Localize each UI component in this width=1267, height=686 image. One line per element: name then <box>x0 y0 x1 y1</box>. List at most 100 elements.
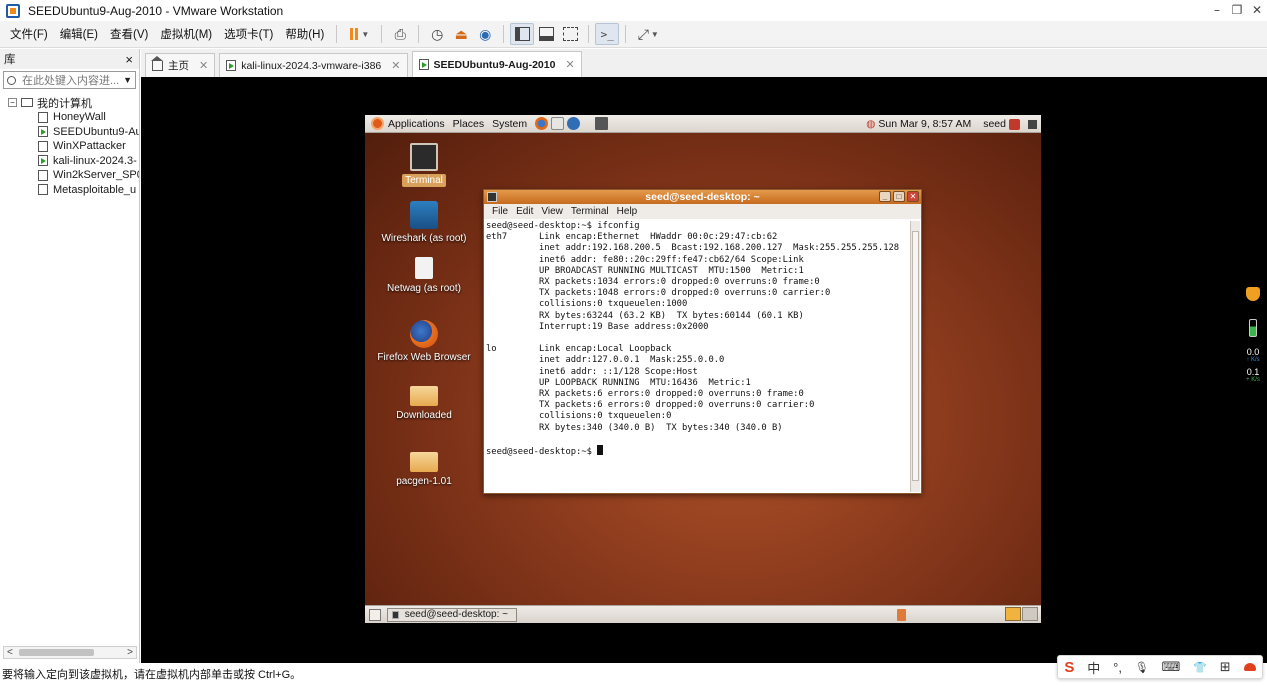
desktop-icon-terminal[interactable]: Terminal <box>374 143 474 187</box>
library-vm-item[interactable]: Metasploitable_u <box>0 183 139 198</box>
skin-icon[interactable]: 👕 <box>1193 661 1207 674</box>
restore-button[interactable]: ❐ <box>1226 2 1248 18</box>
terminal-launcher-icon[interactable] <box>595 117 609 130</box>
tab-close-icon[interactable]: ✕ <box>199 59 208 72</box>
taskbar-window-button[interactable]: seed@seed-desktop: ~ <box>387 607 517 622</box>
pause-button[interactable]: ▼ <box>343 23 375 45</box>
terminal-titlebar[interactable]: seed@seed-desktop: ~ _ □ ✕ <box>484 190 921 204</box>
terminal-maximize-button[interactable]: □ <box>893 191 905 202</box>
sogou-logo-icon[interactable]: S <box>1064 659 1074 676</box>
mail-launcher-icon[interactable] <box>551 117 565 130</box>
menu-help[interactable]: 帮助(H) <box>279 26 330 42</box>
snapshot-manager-icon[interactable]: ◉ <box>473 23 497 45</box>
full-screen-icon[interactable] <box>558 23 582 45</box>
panel-applet-icon[interactable] <box>1028 119 1037 129</box>
scroll-right-icon[interactable]: > <box>127 647 133 658</box>
library-vm-item[interactable]: SEEDUbuntu9-Au <box>0 125 139 140</box>
send-ctrl-alt-del-icon[interactable]: ⎙ <box>388 23 412 45</box>
tab-kali[interactable]: kali-linux-2024.3-vmware-i386 ✕ <box>219 53 408 77</box>
workspace-switcher-active[interactable] <box>1005 607 1021 621</box>
menu-edit[interactable]: 编辑(E) <box>54 26 104 42</box>
terminal-menu-view[interactable]: View <box>541 206 563 217</box>
stretch-view-icon[interactable]: ⤢ ▼ <box>632 23 664 45</box>
tab-home[interactable]: 主页 ✕ <box>145 53 216 77</box>
guest-desktop[interactable]: Applications Places System ◍ Sun Mar 9, … <box>365 115 1041 623</box>
desktop-icon-pacgen[interactable]: pacgen-1.01 <box>374 444 474 488</box>
clock[interactable]: Sun Mar 9, 8:57 AM <box>878 118 971 130</box>
network-speed-widget[interactable]: 0.0 ↑ K/s 0.1 + K/s <box>1243 282 1263 402</box>
terminal-menu-edit[interactable]: Edit <box>516 206 533 217</box>
close-button[interactable]: ✕ <box>1246 2 1267 18</box>
console-view-icon[interactable]: >_ <box>595 23 620 45</box>
terminal-output[interactable]: seed@seed-desktop:~$ ifconfig eth7 Link e… <box>486 221 909 491</box>
terminal-window-icon[interactable] <box>487 192 497 202</box>
terminal-window[interactable]: seed@seed-desktop: ~ _ □ ✕ File Edit Vie… <box>483 189 922 494</box>
terminal-close-button[interactable]: ✕ <box>907 191 919 202</box>
terminal-menu-file[interactable]: File <box>492 206 508 217</box>
toolbar-divider <box>336 25 338 43</box>
chevron-down-icon[interactable]: ▼ <box>123 75 132 85</box>
menu-vm[interactable]: 虚拟机(M) <box>154 26 218 42</box>
terminal-menu-terminal[interactable]: Terminal <box>571 206 609 217</box>
trash-icon[interactable] <box>897 609 906 621</box>
menu-tabs[interactable]: 选项卡(T) <box>218 26 279 42</box>
ime-mode-toggle[interactable]: 中 <box>1087 658 1100 677</box>
terminal-line: inet6 addr: ::1/128 Scope:Host <box>486 366 698 377</box>
library-close-icon[interactable]: × <box>125 52 133 67</box>
punctuation-toggle[interactable]: °, <box>1113 660 1122 675</box>
terminal-scrollbar[interactable] <box>910 221 920 492</box>
desktop-icon-downloaded[interactable]: Downloaded <box>374 378 474 422</box>
terminal-mini-icon <box>392 610 399 619</box>
toolbar-divider <box>381 25 383 43</box>
collapse-icon[interactable]: − <box>8 98 17 107</box>
show-desktop-icon[interactable] <box>369 608 381 621</box>
show-library-icon[interactable] <box>510 23 535 45</box>
tree-root-my-computer[interactable]: − 我的计算机 <box>0 95 139 110</box>
window-title: SEEDUbuntu9-Aug-2010 - VMware Workstatio… <box>28 3 284 18</box>
library-title: 库 <box>4 54 16 66</box>
desktop-icon-netwag[interactable]: Netwag (as root) <box>374 257 474 295</box>
ubuntu-logo-icon[interactable] <box>371 117 384 130</box>
ime-toolbar[interactable]: S 中 °, 🎙 ⌨ 👕 ⊞ <box>1057 655 1263 679</box>
revert-snapshot-icon[interactable]: ⏏ <box>449 23 473 45</box>
keyboard-icon[interactable]: ⌨ <box>1162 659 1181 675</box>
minimize-button[interactable]: – <box>1206 2 1228 18</box>
scroll-left-icon[interactable]: < <box>7 647 13 658</box>
terminal-line: UP LOOPBACK RUNNING MTU:16436 Metric:1 <box>486 377 751 388</box>
gnome-menu-places[interactable]: Places <box>453 118 485 130</box>
tab-label: 主页 <box>168 60 189 72</box>
menu-view[interactable]: 查看(V) <box>104 26 154 42</box>
shutdown-icon[interactable] <box>1009 118 1020 130</box>
gnome-menu-system[interactable]: System <box>492 118 527 130</box>
scrollbar-thumb[interactable] <box>912 231 919 481</box>
network-icon[interactable]: ◍ <box>866 118 875 130</box>
workspace-switcher[interactable] <box>1022 607 1038 621</box>
microphone-icon[interactable]: 🎙 <box>1135 661 1149 674</box>
terminal-minimize-button[interactable]: _ <box>879 191 891 202</box>
thumbnail-bar-icon[interactable] <box>534 23 558 45</box>
terminal-menu-help[interactable]: Help <box>617 206 638 217</box>
mascot-icon[interactable] <box>1243 663 1256 671</box>
desktop-icon-wireshark[interactable]: Wireshark (as root) <box>374 201 474 245</box>
firefox-launcher-icon[interactable] <box>535 117 549 130</box>
library-vm-label: Win2kServer_SP0 <box>53 169 139 182</box>
library-horizontal-scrollbar[interactable]: < > <box>3 646 137 659</box>
tab-seedubuntu[interactable]: SEEDUbuntu9-Aug-2010 ✕ <box>411 51 582 77</box>
library-vm-item[interactable]: kali-linux-2024.3- <box>0 154 139 169</box>
download-speed-unit: K/s <box>1251 357 1260 363</box>
desktop-icon-firefox[interactable]: Firefox Web Browser <box>374 320 474 364</box>
library-vm-item[interactable]: Win2kServer_SP0 <box>0 168 139 183</box>
library-search-input[interactable]: 在此处键入内容进... ▼ <box>3 71 136 89</box>
terminal-line: inet addr:192.168.200.5 Bcast:192.168.20… <box>486 243 900 254</box>
library-vm-item[interactable]: HoneyWall <box>0 110 139 125</box>
tab-close-icon[interactable]: ✕ <box>391 59 400 72</box>
gnome-menu-applications[interactable]: Applications <box>388 118 445 130</box>
tab-close-icon[interactable]: ✕ <box>565 58 574 71</box>
toolbox-icon[interactable]: ⊞ <box>1220 659 1231 675</box>
scrollbar-thumb[interactable] <box>19 649 94 656</box>
help-launcher-icon[interactable] <box>567 117 581 130</box>
library-vm-item[interactable]: WinXPattacker <box>0 139 139 154</box>
menu-file[interactable]: 文件(F) <box>4 26 54 42</box>
snapshot-icon[interactable]: ◷ <box>425 23 449 45</box>
user-menu[interactable]: seed <box>983 118 1006 130</box>
